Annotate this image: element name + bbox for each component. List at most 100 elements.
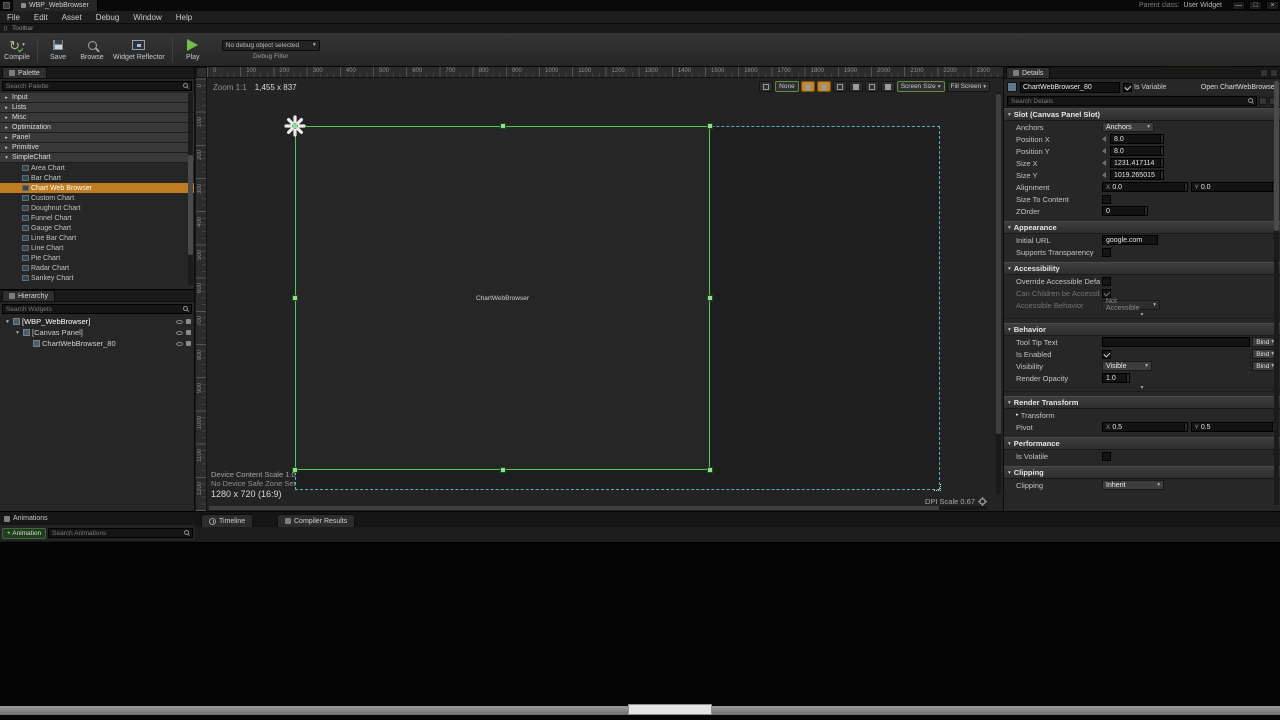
spinner[interactable] bbox=[1126, 374, 1129, 382]
tab-timeline[interactable]: Timeline bbox=[201, 514, 253, 527]
resize-handle-bottom[interactable] bbox=[500, 467, 506, 473]
scrollbar-thumb[interactable] bbox=[209, 506, 939, 510]
section-expand-button[interactable]: ▾ bbox=[1004, 311, 1280, 319]
tab-compiler-results[interactable]: Compiler Results bbox=[277, 514, 355, 527]
open-widget-link[interactable]: Open ChartWebBrowser bbox=[1201, 84, 1277, 91]
palette-search-input[interactable] bbox=[2, 81, 192, 91]
hierarchy-row-wbp-webbrowser[interactable]: ▾[WBP_WebBrowser] bbox=[0, 316, 194, 327]
snap-size-button[interactable] bbox=[817, 81, 831, 92]
localization-preview-button[interactable]: None bbox=[775, 81, 799, 92]
children-accessible-checkbox[interactable] bbox=[1102, 289, 1111, 298]
resize-handle-top-right[interactable] bbox=[707, 123, 713, 129]
details-lock-icon[interactable] bbox=[1260, 69, 1268, 77]
spinner[interactable] bbox=[1160, 159, 1163, 167]
menu-help[interactable]: Help bbox=[169, 11, 199, 24]
alignment-y-field[interactable]: Y0.0 bbox=[1191, 182, 1277, 192]
menu-debug[interactable]: Debug bbox=[89, 11, 127, 24]
browse-button[interactable]: Browse bbox=[75, 34, 109, 66]
toggle-outline-button[interactable] bbox=[881, 81, 895, 92]
spinner[interactable] bbox=[1184, 423, 1187, 431]
visibility-eye-icon[interactable] bbox=[176, 342, 183, 346]
resize-handle-top[interactable] bbox=[500, 123, 506, 129]
section-render-transform-header[interactable]: ▾Render Transform bbox=[1004, 396, 1280, 409]
animations-search-input[interactable] bbox=[48, 528, 193, 538]
lock-icon[interactable] bbox=[186, 319, 191, 324]
palette-item-funnel-chart[interactable]: Funnel Chart bbox=[0, 213, 194, 223]
tool-tip-text-field[interactable] bbox=[1102, 337, 1250, 347]
spinner[interactable] bbox=[1160, 135, 1163, 143]
visibility-eye-icon[interactable] bbox=[176, 331, 183, 335]
resize-handle-right[interactable] bbox=[707, 295, 713, 301]
spinner[interactable] bbox=[1184, 183, 1187, 191]
accessible-behavior-dropdown[interactable]: Not Accessible▾ bbox=[1102, 300, 1160, 310]
palette-item-area-chart[interactable]: Area Chart bbox=[0, 163, 194, 173]
canvas-horizontal-scrollbar[interactable] bbox=[209, 506, 987, 510]
designer-canvas[interactable]: ChartWebBrowser bbox=[207, 78, 1003, 511]
palette-item-chart-web-browser[interactable]: Chart Web Browser bbox=[0, 183, 194, 193]
reset-to-default-icon[interactable] bbox=[1102, 172, 1106, 178]
play-button[interactable]: Play bbox=[176, 34, 210, 66]
palette-category-input[interactable]: ▸Input bbox=[0, 93, 194, 103]
palette-item-gauge-chart[interactable]: Gauge Chart bbox=[0, 223, 194, 233]
palette-category-misc[interactable]: ▸Misc bbox=[0, 113, 194, 123]
palette-item-doughnut-chart[interactable]: Doughnut Chart bbox=[0, 203, 194, 213]
lock-icon[interactable] bbox=[186, 330, 191, 335]
widget-name-input[interactable] bbox=[1020, 82, 1120, 93]
visibility-dropdown[interactable]: Visible▾ bbox=[1102, 361, 1152, 371]
palette-category-optimization[interactable]: ▸Optimization bbox=[0, 123, 194, 133]
anchors-dropdown[interactable]: Anchors▾ bbox=[1102, 122, 1154, 132]
is-volatile-checkbox[interactable] bbox=[1102, 452, 1111, 461]
reset-to-default-icon[interactable] bbox=[1102, 148, 1106, 154]
palette-category-simplechart[interactable]: ▾SimpleChart bbox=[0, 153, 194, 163]
is-enabled-checkbox[interactable] bbox=[1102, 350, 1111, 359]
debug-object-dropdown[interactable]: No debug object selected ▾ bbox=[222, 40, 320, 51]
position-x-field[interactable]: 8.0 bbox=[1110, 134, 1164, 144]
fill-screen-button[interactable]: Fill Screen▾ bbox=[947, 81, 990, 92]
zoom-in-button[interactable] bbox=[849, 81, 863, 92]
section-appearance-header[interactable]: ▾Appearance bbox=[1004, 221, 1280, 234]
resize-corner-icon[interactable] bbox=[934, 484, 941, 491]
cursor-tool-button[interactable] bbox=[759, 81, 773, 92]
visibility-eye-icon[interactable] bbox=[176, 320, 183, 324]
spinner[interactable] bbox=[1144, 207, 1147, 215]
maximize-button[interactable]: □ bbox=[1249, 1, 1262, 10]
spinner[interactable] bbox=[1160, 171, 1163, 179]
reset-to-default-icon[interactable] bbox=[1102, 136, 1106, 142]
menu-window[interactable]: Window bbox=[126, 11, 168, 24]
minimize-button[interactable]: — bbox=[1232, 1, 1245, 10]
hierarchy-search-input[interactable] bbox=[2, 304, 192, 314]
tab-palette[interactable]: Palette bbox=[2, 67, 47, 78]
scrollbar-thumb[interactable] bbox=[996, 94, 1001, 434]
menu-asset[interactable]: Asset bbox=[55, 11, 89, 24]
palette-category-primitive[interactable]: ▸Primitive bbox=[0, 143, 194, 153]
position-y-field[interactable]: 8.0 bbox=[1110, 146, 1164, 156]
size-to-content-checkbox[interactable] bbox=[1102, 195, 1111, 204]
anchor-gizmo-icon[interactable] bbox=[282, 113, 308, 139]
section-clipping-header[interactable]: ▾Clipping bbox=[1004, 466, 1280, 479]
is-variable-checkbox[interactable] bbox=[1123, 83, 1132, 92]
tab-hierarchy[interactable]: Hierarchy bbox=[2, 290, 55, 301]
close-button[interactable]: × bbox=[1266, 1, 1279, 10]
animations-header[interactable]: Animations bbox=[0, 511, 195, 525]
pivot-y-field[interactable]: Y0.5 bbox=[1191, 422, 1277, 432]
initial-url-field[interactable]: google.com bbox=[1102, 235, 1158, 245]
menu-file[interactable]: File bbox=[0, 11, 27, 24]
palette-category-panel[interactable]: ▸Panel bbox=[0, 133, 194, 143]
grid-snap-button[interactable] bbox=[801, 81, 815, 92]
zoom-to-fit-button[interactable] bbox=[865, 81, 879, 92]
screen-size-button[interactable]: Screen Size▾ bbox=[897, 81, 945, 92]
size-x-field[interactable]: 1231.417114 bbox=[1110, 158, 1164, 168]
window-title-tab[interactable]: WBP_WebBrowser bbox=[13, 0, 98, 11]
lock-icon[interactable] bbox=[186, 341, 191, 346]
taskbar-item[interactable] bbox=[628, 704, 712, 715]
palette-item-pie-chart[interactable]: Pie Chart bbox=[0, 253, 194, 263]
gear-icon[interactable] bbox=[978, 497, 987, 506]
override-accessible-checkbox[interactable] bbox=[1102, 277, 1111, 286]
spinner[interactable] bbox=[1160, 147, 1163, 155]
add-animation-button[interactable]: + Animation bbox=[2, 528, 46, 539]
palette-category-lists[interactable]: ▸Lists bbox=[0, 103, 194, 113]
section-slot-header[interactable]: ▾Slot (Canvas Panel Slot) bbox=[1004, 108, 1280, 121]
canvas-vertical-scrollbar[interactable] bbox=[996, 92, 1001, 494]
zorder-field[interactable]: 0 bbox=[1102, 206, 1148, 216]
chevron-right-icon[interactable]: ▸ bbox=[1016, 412, 1019, 418]
